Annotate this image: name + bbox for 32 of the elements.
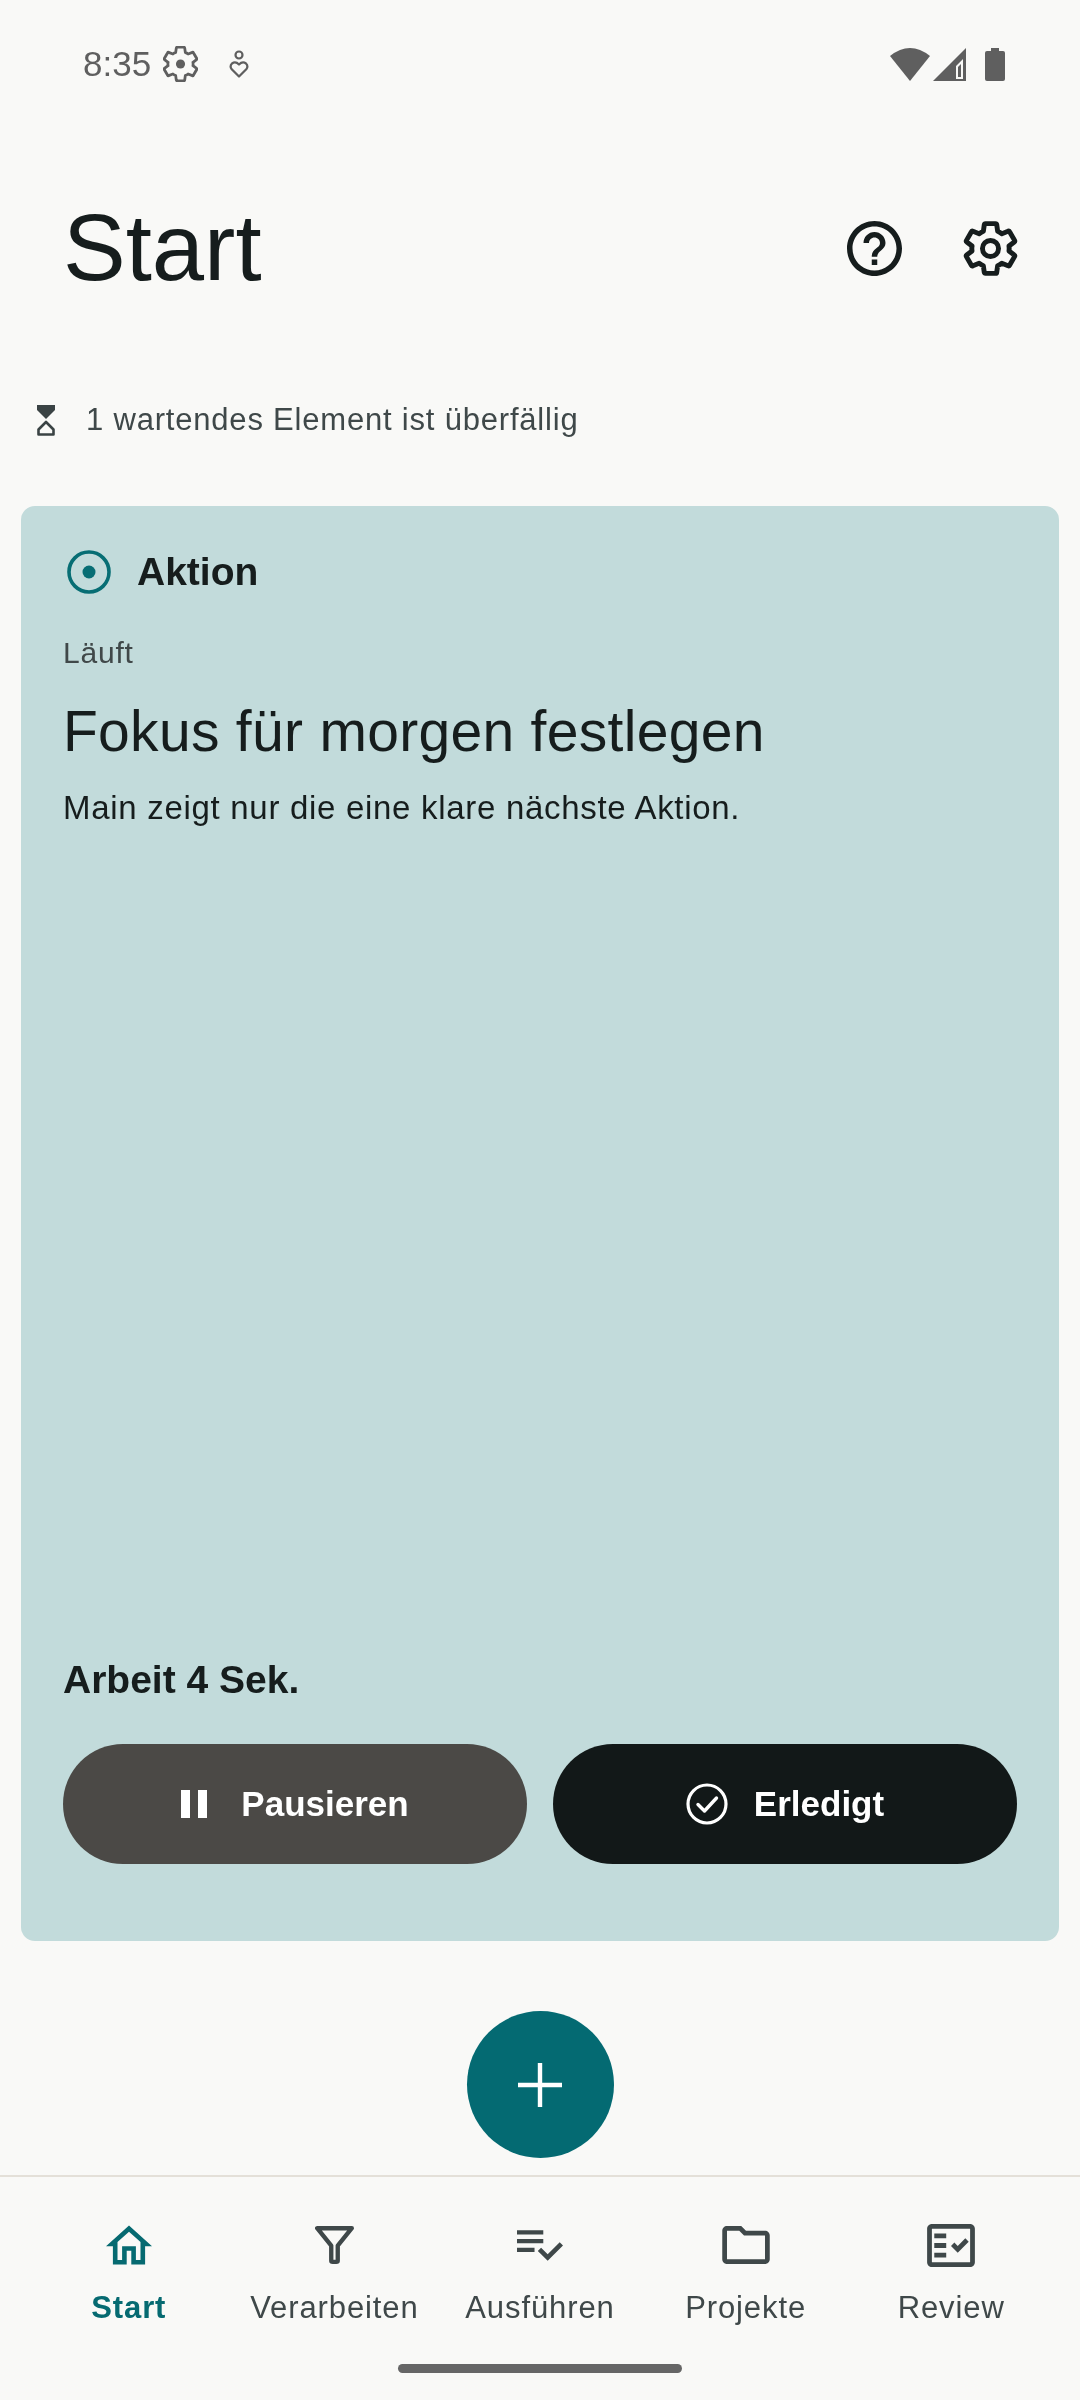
folder-icon	[721, 2226, 770, 2264]
card-label: Aktion	[137, 549, 259, 595]
help-icon[interactable]	[847, 220, 902, 276]
battery-icon	[985, 47, 1005, 81]
radio-icon	[67, 550, 111, 594]
done-button[interactable]: Erledigt	[553, 1744, 1017, 1864]
heart-icon	[229, 50, 250, 78]
pause-icon	[181, 1790, 208, 1818]
task-description: Main zeigt nur die eine klare nächste Aktion.	[63, 788, 742, 828]
plus-icon	[518, 2062, 562, 2107]
wifi-icon	[890, 47, 930, 81]
overdue-notice: 1 wartendes Element ist überfällig	[86, 401, 579, 439]
status-label: Läuft	[63, 636, 135, 670]
signal-icon	[933, 47, 966, 81]
task-title: Fokus für morgen festlegen	[63, 698, 766, 764]
pause-button[interactable]: Pausieren	[63, 1744, 527, 1864]
hourglass-icon	[36, 404, 56, 436]
nav-tab[interactable]: Ausführen	[437, 2221, 643, 2328]
nav-tab[interactable]: Verarbeiten	[231, 2221, 438, 2328]
gear-icon	[163, 46, 199, 82]
status-time: 8:35	[83, 44, 152, 84]
page-title: Start	[63, 194, 262, 302]
checklist-box-icon	[927, 2223, 976, 2267]
checklist-icon	[517, 2228, 563, 2262]
timer-text: Arbeit 4 Sek.	[63, 1657, 301, 1703]
filter-icon	[314, 2226, 354, 2264]
home-icon	[105, 2225, 152, 2265]
nav-tab[interactable]: Projekte	[642, 2221, 849, 2328]
check-circle-icon	[685, 1783, 728, 1825]
nav-tab[interactable]: Review	[848, 2221, 1054, 2328]
nav-tab[interactable]: Start	[26, 2221, 232, 2328]
settings-icon[interactable]	[963, 220, 1018, 276]
